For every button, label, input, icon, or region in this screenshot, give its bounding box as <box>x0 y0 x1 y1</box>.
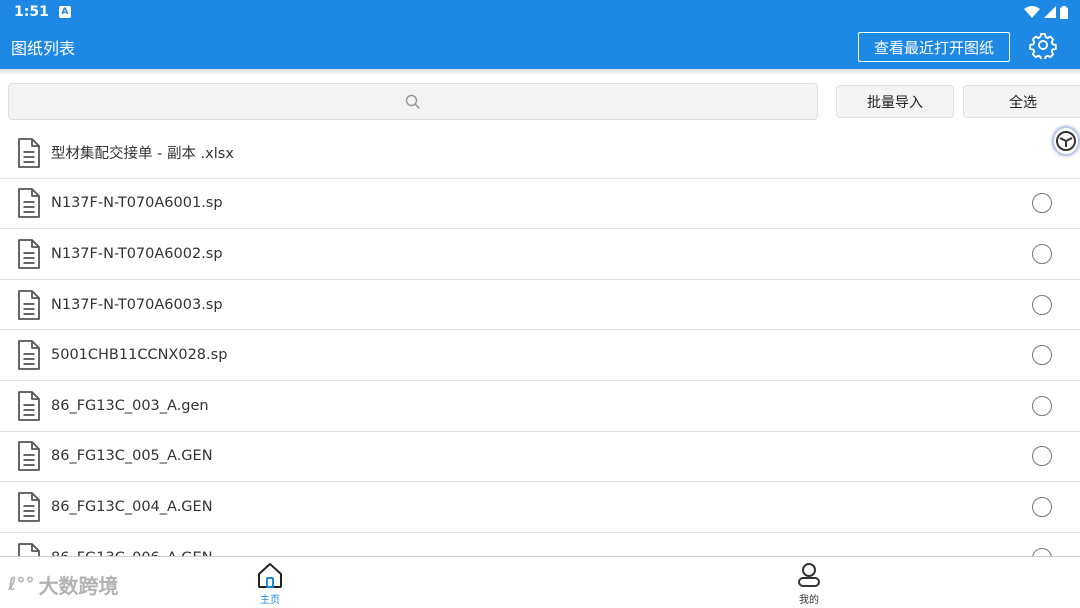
nav-home[interactable]: 主页 <box>240 561 300 606</box>
app-bar: 图纸列表 查看最近打开图纸 <box>0 24 1080 69</box>
file-name: N137F-N-T070A6002.sp <box>51 245 223 262</box>
wifi-icon <box>1024 6 1040 18</box>
document-icon <box>18 289 40 320</box>
select-radio[interactable] <box>1032 243 1052 264</box>
file-row[interactable]: 5001CHB11CCNX028.sp <box>0 330 1080 381</box>
document-icon <box>18 492 40 522</box>
nav-mine[interactable]: 我的 <box>779 561 839 606</box>
file-row[interactable]: 86_FG13C_006_A.GEN <box>0 533 1080 556</box>
select-all-button[interactable]: 全选 <box>963 85 1080 118</box>
document-icon <box>18 441 40 472</box>
user-icon <box>798 563 820 587</box>
home-icon <box>258 563 282 588</box>
select-radio[interactable] <box>1032 496 1052 517</box>
batch-import-button[interactable]: 批量导入 <box>836 85 954 118</box>
app-bar-shadow <box>0 69 1080 75</box>
watermark-logo-icon: ℓ°° <box>8 574 35 595</box>
document-icon <box>18 542 40 556</box>
file-name: N137F-N-T070A6001.sp <box>51 195 223 212</box>
file-row[interactable]: N137F-N-T070A6001.sp <box>0 179 1080 230</box>
file-row[interactable]: 86_FG13C_004_A.GEN <box>0 482 1080 533</box>
file-name: 86_FG13C_005_A.GEN <box>51 448 213 465</box>
floating-assistant-button[interactable] <box>1052 126 1080 156</box>
select-radio[interactable] <box>1032 345 1052 366</box>
file-row[interactable]: N137F-N-T070A6002.sp <box>0 229 1080 280</box>
page-title: 图纸列表 <box>11 38 76 58</box>
status-time: 1:51 <box>14 4 49 20</box>
file-name: 5001CHB11CCNX028.sp <box>51 347 228 364</box>
document-icon <box>18 340 40 371</box>
file-name: N137F-N-T070A6003.sp <box>51 296 223 313</box>
select-radio[interactable] <box>1032 547 1052 556</box>
file-row[interactable]: 86_FG13C_005_A.GEN <box>0 432 1080 483</box>
a-icon: A <box>58 6 71 18</box>
status-bar: 1:51 A <box>0 0 1080 24</box>
watermark-text: 大数跨境 <box>38 574 119 598</box>
nav-home-label: 主页 <box>260 595 280 606</box>
select-radio[interactable] <box>1032 446 1052 467</box>
gear-icon[interactable] <box>1029 31 1057 59</box>
file-name: 86_FG13C_004_A.GEN <box>51 498 213 515</box>
file-name: 型材集配交接单 - 副本 .xlsx <box>51 146 234 163</box>
file-row[interactable]: 型材集配交接单 - 副本 .xlsx <box>0 128 1080 179</box>
file-row[interactable]: 86_FG13C_003_A.gen <box>0 381 1080 432</box>
document-icon <box>18 137 40 168</box>
battery-icon <box>1060 5 1068 19</box>
select-radio[interactable] <box>1032 395 1052 416</box>
watermark: ℓ°° 大数跨境 <box>8 570 119 599</box>
document-icon <box>18 390 40 421</box>
app-root: 1:51 A 图纸列表 查看最近打开图纸 批量导入 全选 型材集配交接单 - 副… <box>0 0 1080 608</box>
search-input[interactable] <box>8 83 818 120</box>
assistant-logo-icon <box>1056 131 1076 151</box>
document-icon <box>18 239 40 269</box>
select-radio[interactable] <box>1032 193 1052 214</box>
signal-icon <box>1044 6 1056 18</box>
status-icons <box>1024 5 1068 19</box>
bottom-navigation: 主页 我的 <box>0 556 1080 608</box>
select-radio[interactable] <box>1032 294 1052 315</box>
search-icon <box>405 94 421 109</box>
nav-mine-label: 我的 <box>799 595 819 606</box>
view-recent-drawings-button[interactable]: 查看最近打开图纸 <box>858 32 1010 62</box>
file-name: 86_FG13C_003_A.gen <box>51 397 209 414</box>
file-list: 型材集配交接单 - 副本 .xlsx N137F-N-T070A6001.sp N1… <box>0 128 1080 556</box>
file-row[interactable]: N137F-N-T070A6003.sp <box>0 280 1080 331</box>
document-icon <box>18 188 40 219</box>
